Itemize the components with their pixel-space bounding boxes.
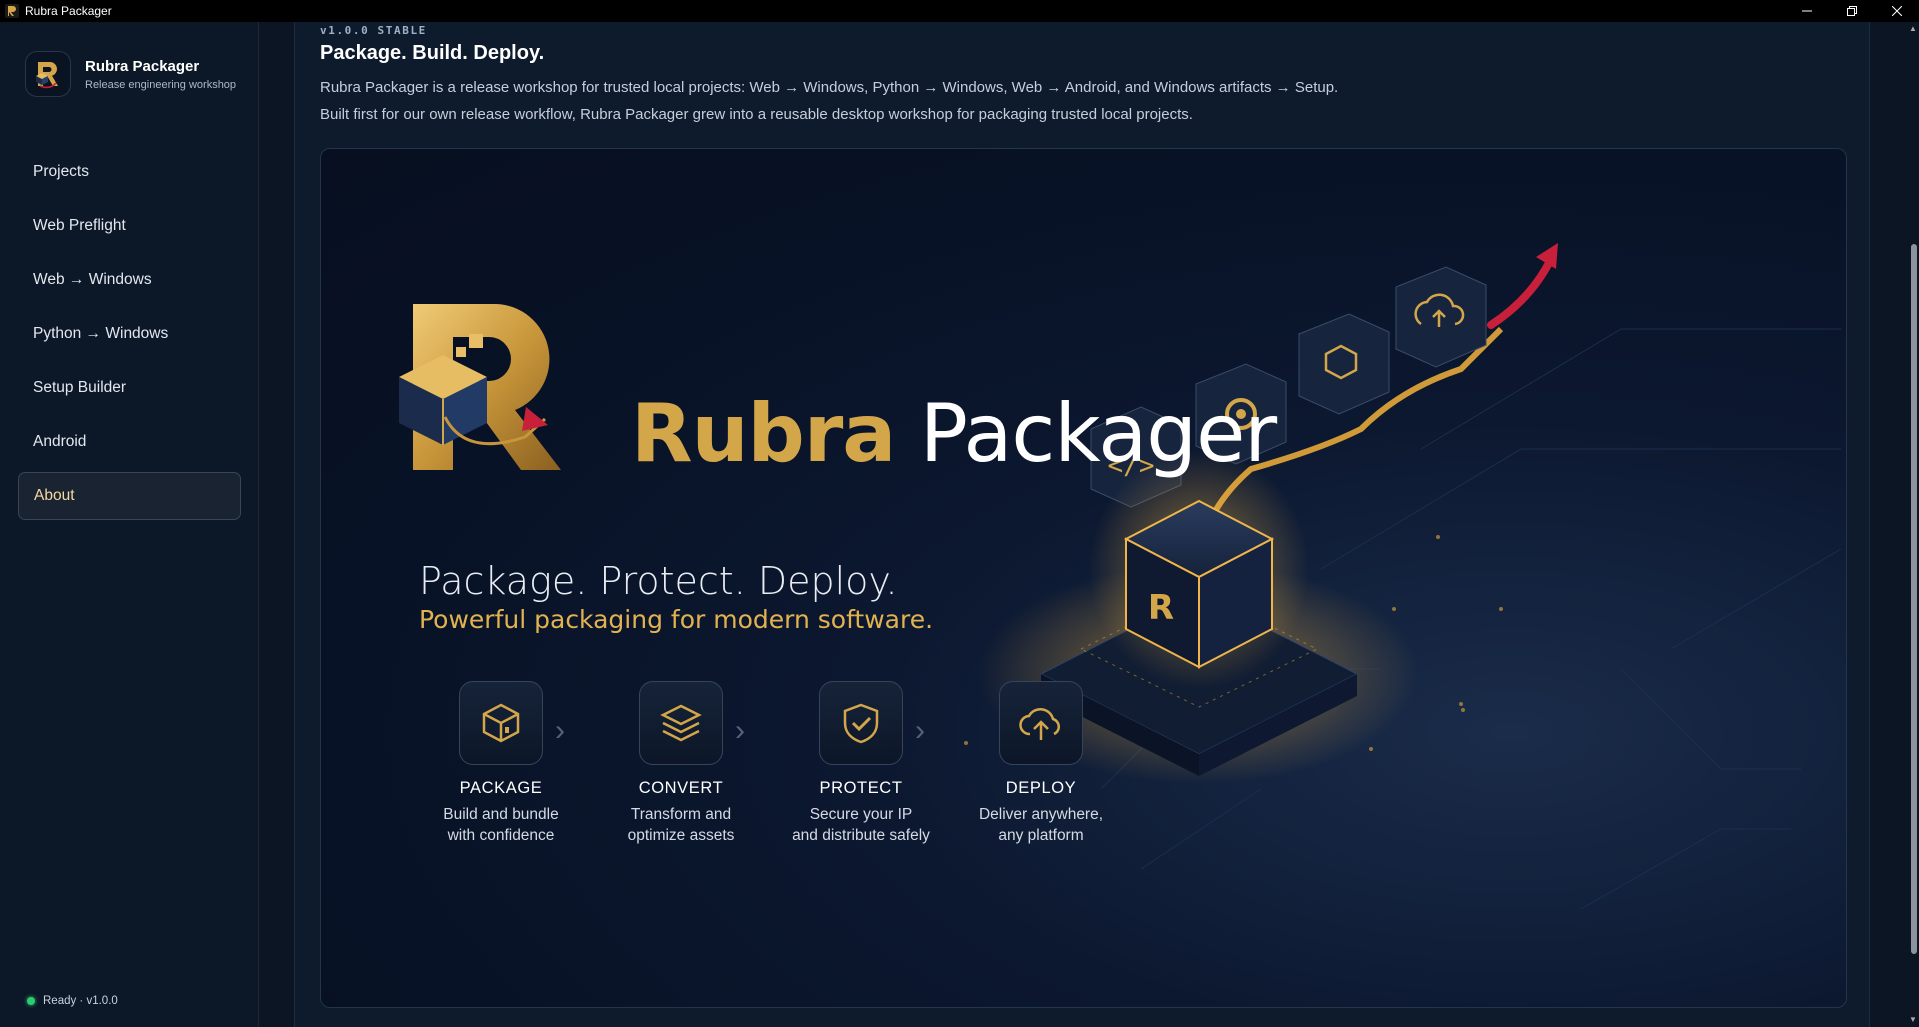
hero-banner: </> R Rubra Packager Package. Protect. D… [320, 148, 1847, 1008]
brand-logo-icon [25, 51, 71, 97]
status-indicator: Ready · v1.0.0 [27, 995, 118, 1007]
step-convert: CONVERT Transform and optimize assets [591, 681, 771, 846]
window-titlebar: Rubra Packager [0, 0, 1919, 22]
step-convert-desc: Transform and optimize assets [627, 806, 735, 844]
sidebar: Rubra Packager Release engineering works… [0, 22, 259, 1027]
hero-tagline: Package. Protect. Deploy. [419, 559, 898, 603]
layers-icon [639, 681, 723, 765]
page-title: Package. Build. Deploy. [320, 42, 545, 64]
sidebar-item-setup-builder[interactable]: Setup Builder [18, 364, 241, 412]
about-description-1: Rubra Packager is a release workshop for… [320, 79, 1339, 96]
shield-check-icon [819, 681, 903, 765]
step-package-name: PACKAGE [459, 779, 543, 797]
close-button[interactable] [1874, 0, 1919, 22]
sidebar-item-web-preflight[interactable]: Web Preflight [18, 202, 241, 250]
scrollbar-thumb[interactable] [1911, 244, 1917, 954]
sidebar-item-python-windows[interactable]: Python → Windows [18, 310, 241, 358]
restore-button[interactable] [1829, 0, 1874, 22]
step-deploy-desc: Deliver anywhere, any platform [978, 806, 1104, 844]
status-text: Ready · v1.0.0 [43, 995, 118, 1007]
minimize-button[interactable] [1784, 0, 1829, 22]
chevron-right-icon: › [555, 714, 565, 747]
step-protect-name: PROTECT [819, 779, 903, 797]
sidebar-item-web-windows[interactable]: Web → Windows [18, 256, 241, 304]
brand-subtitle: Release engineering workshop [85, 78, 237, 91]
package-icon [459, 681, 543, 765]
sidebar-nav: Projects Web Preflight Web → Windows Pyt… [18, 148, 241, 526]
about-panel: v1.0.0 STABLE Package. Build. Deploy. Ru… [294, 22, 1870, 1027]
scroll-down-icon[interactable]: ▼ [1908, 1015, 1918, 1025]
hero-title-white: Packager [919, 387, 1277, 480]
window-title: Rubra Packager [25, 4, 112, 18]
chevron-right-icon: › [915, 714, 925, 747]
scrollbar[interactable]: ▲ ▼ [1907, 22, 1919, 1027]
rubra-logo-icon [399, 304, 561, 470]
status-dot-icon [27, 997, 35, 1005]
step-convert-name: CONVERT [638, 779, 724, 797]
step-package-desc: Build and bundle with confidence [443, 806, 559, 844]
minimize-icon [1801, 10, 1812, 12]
hero-title: Rubra Packager [631, 387, 1277, 480]
version-label: v1.0.0 STABLE [320, 24, 427, 37]
cloud-upload-icon [999, 681, 1083, 765]
app-logo-icon [5, 4, 19, 18]
svg-text:R: R [1148, 588, 1174, 628]
about-description-2: Built first for our own release workflow… [320, 106, 1193, 123]
sidebar-item-about[interactable]: About [18, 472, 241, 520]
step-protect: PROTECT Secure your IP and distribute sa… [771, 681, 951, 846]
scroll-up-icon[interactable]: ▲ [1908, 24, 1918, 34]
step-package: PACKAGE Build and bundle with confidence [411, 681, 591, 846]
close-icon [1891, 6, 1902, 16]
step-deploy-name: DEPLOY [1005, 779, 1077, 797]
workflow-steps: PACKAGE Build and bundle with confidence… [411, 681, 1131, 846]
sidebar-item-android[interactable]: Android [18, 418, 241, 466]
sidebar-item-projects[interactable]: Projects [18, 148, 241, 196]
main-content: v1.0.0 STABLE Package. Build. Deploy. Ru… [260, 22, 1919, 1027]
chevron-right-icon: › [735, 714, 745, 747]
brand: Rubra Packager Release engineering works… [25, 51, 236, 97]
brand-name: Rubra Packager [85, 57, 200, 75]
restore-icon [1846, 6, 1857, 16]
hero-subtitle: Powerful packaging for modern software. [419, 605, 934, 634]
step-protect-desc: Secure your IP and distribute safely [792, 806, 930, 844]
box-icon [1298, 313, 1390, 415]
cloud-upload-icon [1395, 266, 1487, 368]
hero-title-gold: Rubra [631, 387, 896, 480]
step-deploy: DEPLOY Deliver anywhere, any platform [951, 681, 1131, 846]
